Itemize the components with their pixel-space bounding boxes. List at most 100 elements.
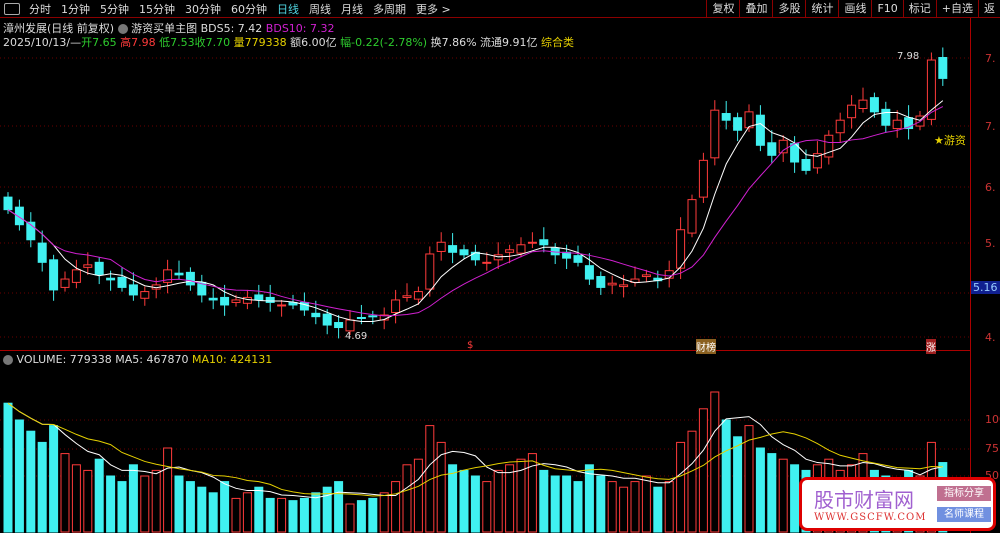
- candle-body: [710, 109, 720, 159]
- volume-bar: [710, 391, 720, 533]
- kline-chart[interactable]: [0, 0, 970, 533]
- volume-bar: [345, 503, 355, 533]
- volume-bar: [185, 481, 195, 533]
- volume-axis-label: 100: [985, 413, 1000, 426]
- candle-body: [356, 317, 366, 320]
- volume-dropdown-icon[interactable]: [3, 355, 13, 365]
- candle-body: [402, 295, 412, 298]
- candle-body: [755, 114, 765, 146]
- candle-body: [733, 117, 743, 131]
- price-axis-label: 4.: [985, 331, 996, 344]
- candle-body: [801, 159, 811, 171]
- volume-value: VOLUME: 779338: [16, 353, 112, 366]
- volume-bar: [379, 492, 389, 533]
- volume-bar: [368, 497, 378, 533]
- toolbar-button[interactable]: 返: [978, 0, 1000, 18]
- volume-bar: [163, 447, 173, 533]
- candle-body: [459, 249, 469, 256]
- volume-bar: [790, 464, 800, 533]
- caibang-marker[interactable]: 财榜: [696, 339, 716, 354]
- candle-body: [892, 119, 902, 130]
- price-axis-line: [970, 18, 971, 533]
- volume-bar: [391, 481, 401, 533]
- candle-body: [60, 278, 70, 288]
- volume-bar: [220, 481, 230, 533]
- volume-bar: [573, 481, 583, 533]
- watermark-url: WWW.GSCFW.COM: [814, 512, 927, 523]
- volume-bar: [265, 497, 275, 533]
- volume-bar: [174, 475, 184, 533]
- volume-bar: [687, 430, 697, 533]
- candle-body: [573, 255, 583, 263]
- volume-bar: [413, 458, 423, 533]
- candle-body: [527, 241, 537, 244]
- volume-bar: [482, 481, 492, 533]
- candle-body: [698, 159, 708, 198]
- candle-body: [869, 97, 879, 113]
- price-ma5-line: [7, 100, 944, 323]
- volume-bar: [37, 441, 47, 533]
- price-ma10-line: [7, 106, 944, 317]
- volume-bar: [550, 475, 560, 533]
- volume-bar: [619, 486, 629, 533]
- candle-body: [607, 282, 617, 286]
- dollar-marker[interactable]: $: [467, 340, 473, 351]
- volume-axis-label: 75: [985, 442, 999, 455]
- candle-body: [128, 284, 138, 296]
- volume-bar: [448, 464, 458, 533]
- volume-ma10: MA10: 424131: [191, 353, 273, 366]
- volume-bar: [71, 464, 81, 533]
- volume-bar: [14, 419, 24, 533]
- candle-body: [37, 242, 47, 263]
- volume-bar: [356, 500, 366, 533]
- candle-body: [277, 304, 287, 307]
- volume-bar: [607, 481, 617, 533]
- volume-bar: [128, 464, 138, 533]
- zhang-marker[interactable]: 涨: [926, 339, 936, 354]
- candle-body: [721, 113, 731, 121]
- candle-body: [334, 322, 344, 329]
- volume-bar: [641, 475, 651, 533]
- volume-bar: [83, 469, 93, 533]
- watermark: 股市财富网 WWW.GSCFW.COM 指标分享 名师课程: [799, 477, 996, 531]
- last-price-tag: 5.16: [971, 281, 1000, 294]
- pane-separator[interactable]: [0, 350, 970, 351]
- volume-bar: [778, 458, 788, 533]
- volume-bar: [596, 475, 606, 533]
- volume-bar: [505, 464, 515, 533]
- price-axis-label: 5.: [985, 237, 996, 250]
- volume-bar: [539, 469, 549, 533]
- candle-body: [425, 253, 435, 290]
- candle-body: [687, 199, 697, 234]
- candle-body: [49, 259, 59, 291]
- volume-bar: [459, 469, 469, 533]
- candle-body: [482, 261, 492, 264]
- volume-bar: [60, 453, 70, 533]
- candle-body: [938, 57, 948, 79]
- candle-body: [619, 284, 629, 288]
- candle-body: [208, 297, 218, 301]
- candle-body: [71, 269, 81, 283]
- candle-body: [767, 142, 777, 156]
- volume-bar: [288, 500, 298, 533]
- volume-header: VOLUME: 779338 MA5: 467870 MA10: 424131: [3, 353, 272, 366]
- candle-body: [664, 270, 674, 279]
- volume-bar: [630, 481, 640, 533]
- candle-body: [83, 264, 93, 268]
- candle-body: [94, 261, 104, 276]
- candle-body: [231, 299, 241, 303]
- watermark-tag-1: 指标分享: [937, 486, 991, 501]
- youzi-signal: ★游资: [934, 134, 966, 147]
- volume-bar: [49, 425, 59, 533]
- volume-bar: [208, 492, 218, 533]
- candle-body: [448, 245, 458, 253]
- watermark-tag-2: 名师课程: [937, 507, 991, 522]
- candle-body: [345, 319, 355, 332]
- candle-body: [493, 254, 503, 261]
- price-axis-label: 7.: [985, 52, 996, 65]
- candle-body: [311, 312, 321, 318]
- candle-body: [117, 276, 127, 288]
- volume-bar: [698, 408, 708, 533]
- volume-bar: [242, 492, 252, 533]
- volume-bar: [493, 469, 503, 533]
